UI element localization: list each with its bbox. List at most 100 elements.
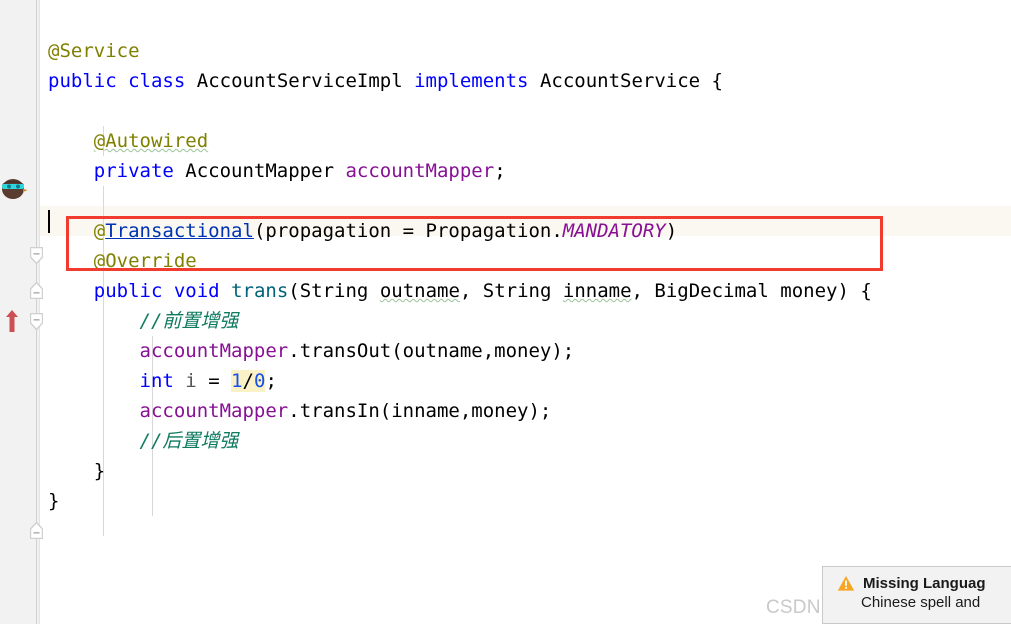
code-token: int [139, 370, 174, 392]
code-token: String [299, 280, 369, 302]
code-token: accountMapper [139, 340, 289, 362]
code-token: //后置增强 [139, 430, 239, 452]
code-text[interactable]: @Service public class AccountServiceImpl … [48, 36, 872, 516]
tooltip-body: Chinese spell and [861, 594, 981, 611]
fold-rail [36, 0, 37, 247]
code-token: (propagation = Propagation. [253, 220, 563, 242]
fold-marker-collapse-end[interactable] [29, 521, 44, 540]
code-token: . [288, 400, 300, 422]
code-line[interactable]: private AccountMapper accountMapper; [48, 156, 872, 186]
code-token: String [482, 280, 552, 302]
code-line[interactable]: @Autowired [48, 126, 872, 156]
code-line[interactable]: //前置增强 [48, 306, 872, 336]
code-token: } [93, 460, 106, 482]
bird-bookmark-icon[interactable] [1, 175, 28, 201]
code-token: private [93, 160, 174, 182]
code-line[interactable]: @Transactional(propagation = Propagation… [48, 216, 872, 246]
code-token: void [173, 280, 220, 302]
code-token: transOut [299, 340, 392, 362]
code-token: / [242, 370, 254, 392]
code-token: @Override [93, 250, 197, 272]
code-line[interactable]: //后置增强 [48, 426, 872, 456]
code-line[interactable] [48, 96, 872, 126]
code-token: , [631, 280, 655, 302]
code-token: accountMapper [345, 160, 495, 182]
code-token: public [48, 70, 117, 92]
fold-rail [36, 299, 37, 313]
code-token: i [185, 370, 197, 392]
inspection-tooltip[interactable]: Missing Languag Chinese spell and [822, 566, 1011, 624]
code-token: outname [379, 280, 460, 302]
code-token: , [459, 280, 483, 302]
code-line[interactable]: public void trans(String outname, String… [48, 276, 872, 306]
fold-marker-collapse[interactable] [29, 312, 44, 331]
code-token: class [128, 70, 186, 92]
code-token: @ [93, 220, 106, 242]
code-token: MANDATORY [562, 220, 666, 242]
code-editor[interactable]: @Service public class AccountServiceImpl … [0, 0, 1011, 624]
code-token: trans [231, 280, 289, 302]
code-token: (outname,money); [391, 340, 575, 362]
code-token: AccountServiceImpl [196, 70, 403, 92]
code-line[interactable] [48, 186, 872, 216]
code-token: accountMapper [139, 400, 289, 422]
code-token: @Service [48, 40, 140, 62]
code-line[interactable]: } [48, 486, 872, 516]
fold-marker-collapse-end[interactable] [29, 281, 44, 300]
code-token: BigDecimal [654, 280, 769, 302]
code-line[interactable]: accountMapper.transOut(outname,money); [48, 336, 872, 366]
fold-rail [36, 264, 37, 282]
code-token: { [700, 70, 723, 92]
code-token: ; [265, 370, 277, 392]
code-line[interactable]: @Override [48, 246, 872, 276]
code-line[interactable]: int i = 1/0; [48, 366, 872, 396]
code-token: //前置增强 [139, 310, 239, 332]
implementing-method-arrow-icon[interactable] [5, 310, 19, 332]
code-token: 1 [231, 370, 243, 392]
fold-rail [36, 330, 37, 522]
code-line[interactable]: accountMapper.transIn(inname,money); [48, 396, 872, 426]
warning-triangle-icon [837, 575, 855, 592]
code-line[interactable]: public class AccountServiceImpl implemen… [48, 66, 872, 96]
code-token: transIn [299, 400, 380, 422]
code-line[interactable]: @Service [48, 36, 872, 66]
code-token: } [48, 490, 60, 512]
code-token: ; [494, 160, 506, 182]
code-token: money) { [768, 280, 872, 302]
code-token: = [196, 370, 232, 392]
code-token: implements [414, 70, 529, 92]
code-token: inname [562, 280, 632, 302]
code-token: public [93, 280, 163, 302]
code-token: . [288, 340, 300, 362]
tooltip-title: Missing Languag [863, 575, 986, 592]
code-line[interactable]: } [48, 456, 872, 486]
code-token: Transactional [105, 220, 254, 242]
code-token: @Autowired [93, 130, 209, 152]
tooltip-header: Missing Languag [823, 567, 1011, 592]
fold-marker-collapse[interactable] [29, 246, 44, 265]
code-token: (inname,money); [379, 400, 552, 422]
code-token: AccountService [539, 70, 701, 92]
